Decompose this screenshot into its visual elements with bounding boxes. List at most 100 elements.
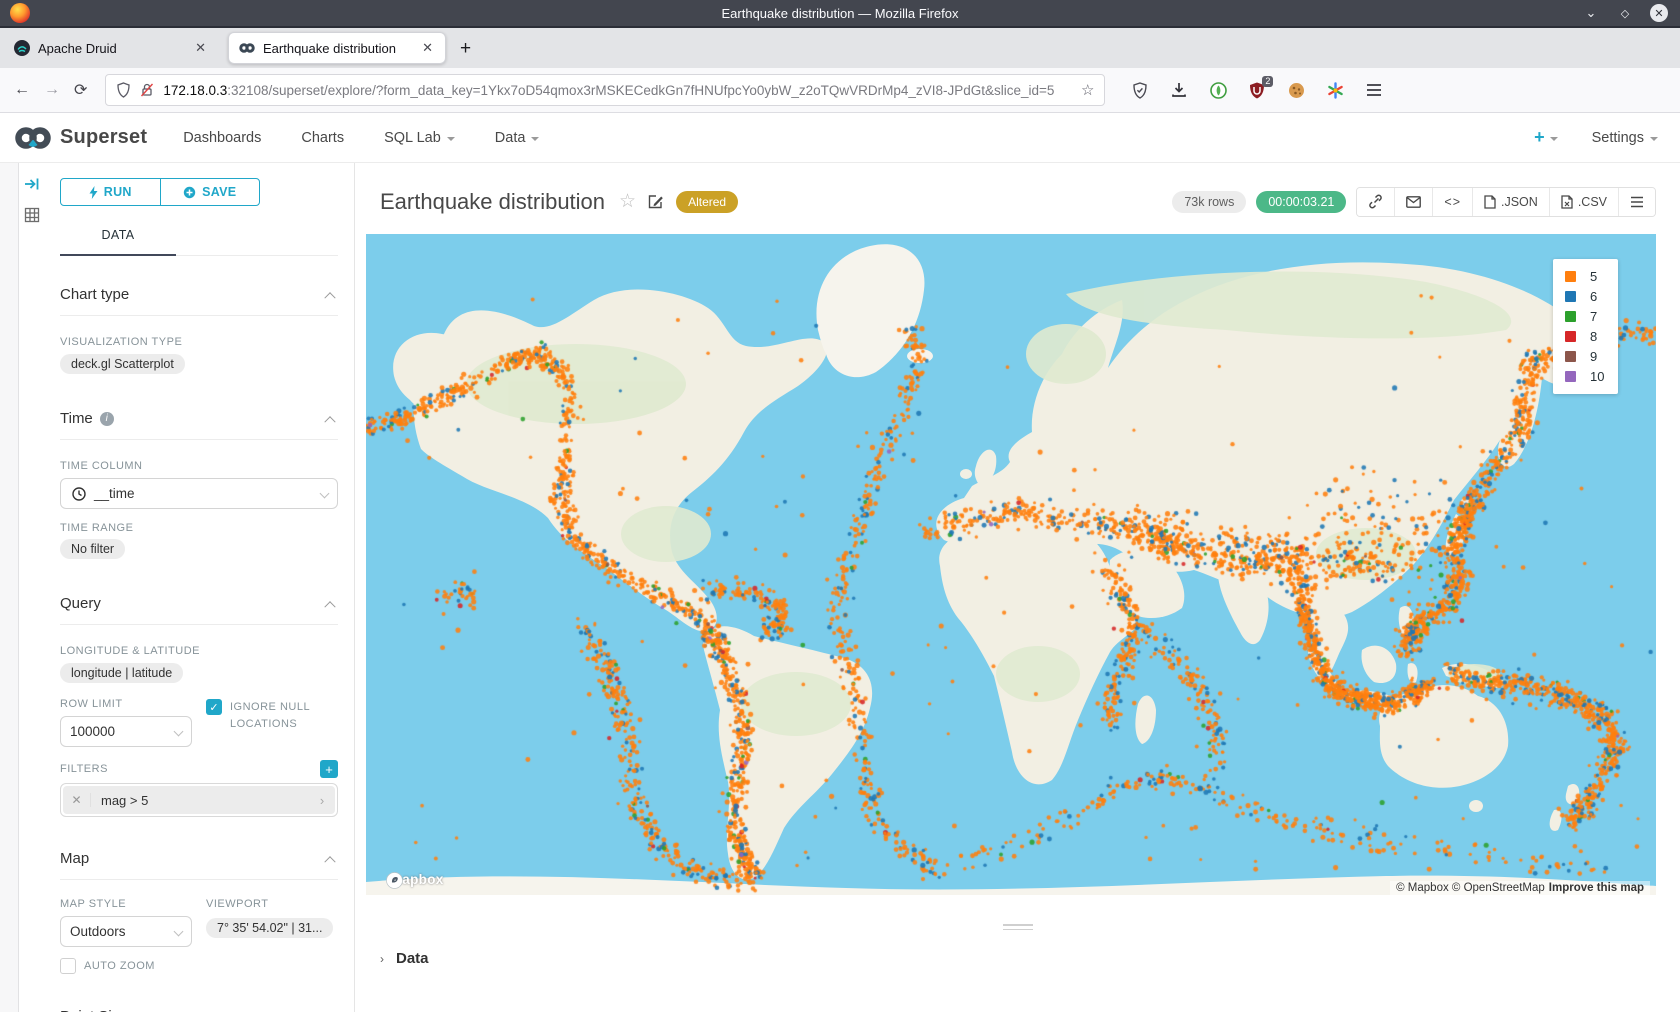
resize-drag-handle[interactable] <box>1003 924 1033 930</box>
chevron-down-icon <box>447 137 455 141</box>
expand-panel-icon[interactable] <box>24 177 40 191</box>
ublock-icon[interactable]: 2 <box>1248 81 1266 99</box>
legend-item[interactable]: 9 <box>1565 349 1606 364</box>
lonlat-value[interactable]: longitude | latitude <box>60 663 183 683</box>
section-query[interactable]: Query <box>60 595 338 612</box>
section-map[interactable]: Map <box>60 850 338 867</box>
section-point-size[interactable]: Point Size <box>60 1008 338 1012</box>
nav-charts[interactable]: Charts <box>301 130 344 146</box>
chevron-up-icon <box>324 416 335 427</box>
auto-zoom-checkbox[interactable] <box>60 958 76 974</box>
nav-data[interactable]: Data <box>495 130 540 146</box>
earthquake-points-layer[interactable] <box>366 234 1656 895</box>
filters-label: FILTERS <box>60 763 108 775</box>
back-button[interactable]: ← <box>14 81 30 99</box>
insecure-lock-icon[interactable] <box>140 82 154 98</box>
shield-icon[interactable] <box>116 82 131 98</box>
email-button[interactable] <box>1395 188 1433 216</box>
chart-header: Earthquake distribution ☆ Altered 73k ro… <box>355 163 1680 234</box>
url-bar[interactable]: 172.18.0.3:32108/superset/explore/?form_… <box>105 74 1105 106</box>
downloads-icon[interactable] <box>1170 81 1188 99</box>
file-csv-icon <box>1561 195 1573 209</box>
time-column-select[interactable]: __time <box>60 478 338 509</box>
legend-label: 5 <box>1590 269 1606 284</box>
chart-menu-button[interactable] <box>1619 188 1655 216</box>
viz-type-value[interactable]: deck.gl Scatterplot <box>60 354 185 374</box>
add-new-button[interactable]: + <box>1534 127 1558 148</box>
dataset-grid-icon[interactable] <box>24 207 40 223</box>
file-icon <box>1484 195 1496 209</box>
tab-close-icon[interactable]: ✕ <box>420 40 435 56</box>
new-tab-button[interactable]: + <box>460 38 471 60</box>
edit-properties-icon[interactable] <box>648 194 664 210</box>
time-range-value[interactable]: No filter <box>60 539 125 559</box>
deckgl-scatter-map[interactable]: 5 6 7 8 9 10 mapbox © Mapbox © OpenStreetMap I… <box>366 234 1656 895</box>
export-csv-button[interactable]: .CSV <box>1550 188 1619 216</box>
window-titlebar: Earthquake distribution — Mozilla Firefo… <box>0 0 1680 28</box>
chevron-down-icon <box>1650 137 1658 141</box>
forward-button[interactable]: → <box>44 81 60 99</box>
copy-link-button[interactable] <box>1357 188 1395 216</box>
superset-logo[interactable]: Superset <box>14 124 147 152</box>
improve-map-link[interactable]: Improve this map <box>1549 882 1644 894</box>
url-text[interactable]: 172.18.0.3:32108/superset/explore/?form_… <box>163 83 1073 98</box>
open-filter-icon[interactable]: › <box>309 793 335 808</box>
tab-data[interactable]: DATA <box>60 224 176 242</box>
save-button[interactable]: SAVE <box>161 179 260 205</box>
window-maximize-button[interactable]: ◇ <box>1616 4 1634 22</box>
map-style-select[interactable]: Outdoors <box>60 916 192 947</box>
viewport-value[interactable]: 7° 35' 54.02" | 31... <box>206 918 333 938</box>
legend-item[interactable]: 6 <box>1565 289 1606 304</box>
control-panel: RUN SAVE DATA Chart type VISUALIZATION T… <box>44 163 355 1012</box>
tab-close-icon[interactable]: ✕ <box>193 40 208 56</box>
row-limit-select[interactable]: 100000 <box>60 716 192 747</box>
data-panel-title: Data <box>396 950 429 967</box>
legend-item[interactable]: 5 <box>1565 269 1606 284</box>
viz-type-label: VISUALIZATION TYPE <box>60 336 338 348</box>
section-time[interactable]: Time i <box>60 410 338 427</box>
run-button[interactable]: RUN <box>61 179 161 205</box>
chart-title[interactable]: Earthquake distribution <box>380 189 605 215</box>
panel-tabs: DATA <box>60 224 338 256</box>
tab-label: Apache Druid <box>38 41 179 56</box>
legend-item[interactable]: 8 <box>1565 329 1606 344</box>
row-limit-label: ROW LIMIT <box>60 698 206 710</box>
tab-earthquake-distribution[interactable]: Earthquake distribution ✕ <box>228 32 446 64</box>
nav-dashboards[interactable]: Dashboards <box>183 130 261 146</box>
embed-code-button[interactable]: <> <box>1433 188 1473 216</box>
reload-button[interactable]: ⟳ <box>74 80 87 100</box>
tracking-protection-shield-icon[interactable] <box>1131 81 1149 99</box>
tab-apache-druid[interactable]: Apache Druid ✕ <box>4 32 218 64</box>
bookmark-star-icon[interactable]: ☆ <box>1081 81 1094 99</box>
legend-item[interactable]: 7 <box>1565 309 1606 324</box>
legend-item[interactable]: 10 <box>1565 369 1606 384</box>
auto-zoom-label: AUTO ZOOM <box>84 960 155 972</box>
map-attribution[interactable]: © Mapbox © OpenStreetMap Improve this map <box>1390 881 1650 895</box>
section-chart-type[interactable]: Chart type <box>60 286 338 303</box>
add-filter-button[interactable]: + <box>320 760 338 778</box>
favorite-star-icon[interactable]: ☆ <box>619 190 636 213</box>
extension-green-icon[interactable] <box>1209 81 1227 99</box>
cookie-extension-icon[interactable] <box>1287 81 1305 99</box>
export-json-button[interactable]: .JSON <box>1473 188 1550 216</box>
attribution-text[interactable]: © Mapbox © OpenStreetMap <box>1396 882 1545 894</box>
window-minimize-button[interactable]: ⌄ <box>1582 4 1600 22</box>
legend-swatch <box>1565 271 1576 282</box>
time-column-label: TIME COLUMN <box>60 460 338 472</box>
remove-filter-icon[interactable]: ✕ <box>63 793 91 807</box>
filter-chip[interactable]: ✕ mag > 5 › <box>63 786 335 814</box>
window-title: Earthquake distribution — Mozilla Firefo… <box>0 6 1680 21</box>
legend-label: 8 <box>1590 329 1606 344</box>
mapbox-logo[interactable]: mapbox <box>386 872 444 887</box>
menu-hamburger-icon[interactable] <box>1365 81 1383 99</box>
data-panel-header[interactable]: › Data <box>380 950 1680 967</box>
altered-badge[interactable]: Altered <box>676 191 738 213</box>
ignore-null-checkbox[interactable]: ✓ <box>206 699 222 715</box>
nav-sql-lab[interactable]: SQL Lab <box>384 130 455 146</box>
magnitude-legend[interactable]: 5 6 7 8 9 10 <box>1553 259 1618 394</box>
settings-menu[interactable]: Settings <box>1592 130 1658 146</box>
export-button-group: <> .JSON .CSV <box>1356 187 1656 217</box>
window-close-button[interactable]: ✕ <box>1650 4 1668 22</box>
chevron-up-icon <box>324 856 335 867</box>
asterisk-extension-icon[interactable] <box>1326 81 1344 99</box>
